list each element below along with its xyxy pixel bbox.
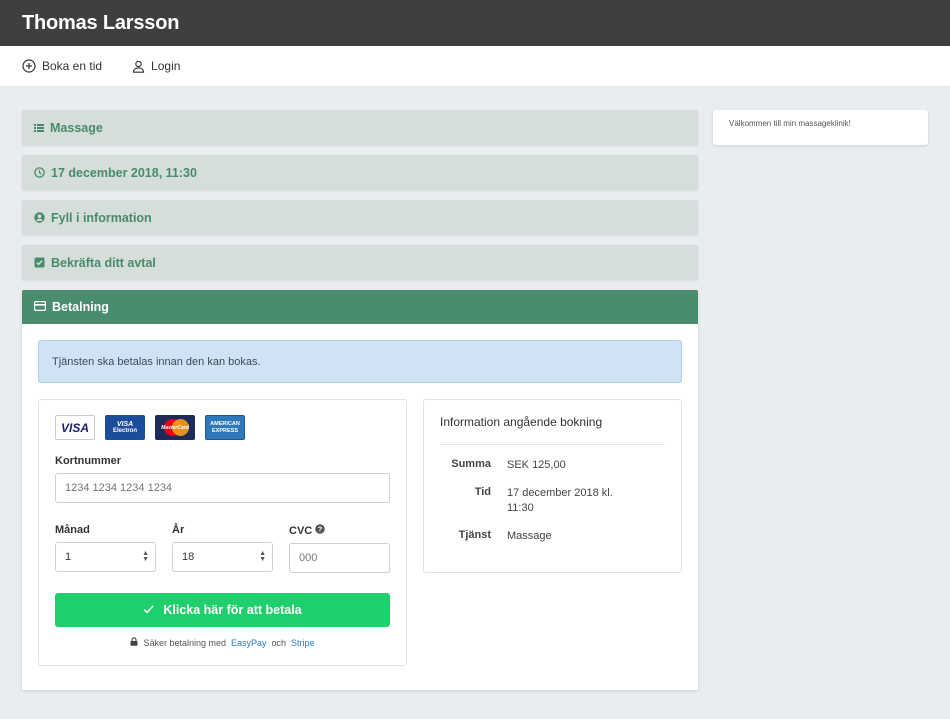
select-arrows-icon: ▲ ▼	[142, 549, 149, 563]
info-row-time: Tid 17 december 2018 kl. 11:30	[440, 486, 665, 516]
nav-bar: Boka en tid Login	[0, 46, 950, 87]
step-confirm[interactable]: Bekräfta ditt avtal	[22, 245, 698, 280]
visa-logo-text: VISA	[60, 420, 89, 435]
card-logos: VISA VISA Electron MasterCard AMERICAN E…	[55, 415, 390, 440]
booking-info-box: Information angående bokning Summa SEK 1…	[423, 399, 682, 573]
visa-logo: VISA	[55, 415, 95, 440]
payment-header-label: Betalning	[52, 300, 109, 314]
pay-button[interactable]: Klicka här för att betala	[55, 593, 390, 627]
welcome-card: Välkommen till min massageklinik!	[713, 110, 928, 145]
info-row-sum: Summa SEK 125,00	[440, 458, 665, 473]
select-arrows-icon: ▲ ▼	[259, 549, 266, 563]
clock-icon	[34, 167, 45, 178]
visa-electron-logo: VISA Electron	[105, 415, 145, 440]
info-sum-value: SEK 125,00	[507, 459, 566, 471]
nav-login-label: Login	[151, 59, 181, 73]
cvc-input[interactable]: 000	[289, 543, 390, 573]
month-label: Månad	[55, 524, 90, 536]
electron-top-text: VISA	[116, 420, 134, 428]
month-select[interactable]: 1 ▲ ▼	[55, 542, 156, 572]
payment-header[interactable]: Betalning	[22, 290, 698, 324]
user-circle-icon	[34, 212, 45, 223]
year-select[interactable]: 18 ▲ ▼	[172, 542, 273, 572]
credit-card-icon	[34, 300, 47, 314]
payment-alert-text: Tjänsten ska betalas innan den kan bokas…	[52, 355, 261, 368]
payment-panel: Betalning Tjänsten ska betalas innan den…	[22, 290, 698, 690]
lock-icon	[130, 637, 138, 648]
step-information[interactable]: Fyll i information	[22, 200, 698, 235]
info-time-value: 17 december 2018 kl. 11:30	[507, 487, 613, 514]
cvc-placeholder: 000	[299, 552, 318, 564]
svg-text:?: ?	[318, 525, 323, 534]
step-datetime-label: 17 december 2018, 11:30	[51, 165, 197, 180]
year-label: År	[172, 524, 185, 536]
secure-prefix: Säker betalning med	[143, 637, 226, 648]
nav-book-appointment[interactable]: Boka en tid	[22, 59, 102, 73]
card-number-input[interactable]: 1234 1234 1234 1234	[55, 473, 390, 503]
nav-login[interactable]: Login	[132, 59, 180, 73]
cvc-label: CVC	[289, 524, 313, 537]
card-number-label: Kortnummer	[55, 455, 122, 467]
card-number-placeholder: 1234 1234 1234 1234	[65, 482, 173, 494]
check-icon	[143, 603, 154, 617]
amex-bottom-text: EXPRESS	[212, 427, 238, 434]
info-sum-label: Summa	[451, 458, 491, 470]
expiry-cvc-row: Månad 1 ▲ ▼ År 18 ▲ ▼ CVC ? 000	[55, 524, 390, 573]
step-information-label: Fyll i information	[51, 210, 152, 225]
secure-and: och	[271, 637, 287, 648]
card-form: VISA VISA Electron MasterCard AMERICAN E…	[38, 399, 407, 666]
main-content: Massage 17 december 2018, 11:30 Fyll i i…	[0, 87, 950, 719]
pay-button-label: Klicka här för att betala	[163, 603, 302, 617]
electron-bottom-text: Electron	[112, 428, 137, 435]
step-service-label: Massage	[50, 120, 103, 135]
cvc-label-wrap: CVC ?	[289, 524, 390, 537]
nav-book-label: Boka en tid	[42, 59, 103, 73]
page-title: Thomas Larsson	[22, 11, 180, 34]
info-service-label: Tjänst	[458, 529, 491, 541]
secure-payment-note: Säker betalning med EasyPay och Stripe	[55, 637, 390, 648]
info-row-service: Tjänst Massage	[440, 529, 665, 544]
year-value: 18	[182, 551, 195, 563]
booking-info-title: Information angående bokning	[440, 400, 665, 445]
payment-alert: Tjänsten ska betalas innan den kan bokas…	[38, 340, 682, 383]
stripe-link[interactable]: Stripe	[291, 638, 315, 648]
easypay-link[interactable]: EasyPay	[231, 638, 267, 648]
info-time-label: Tid	[474, 486, 491, 498]
booking-steps: Massage 17 december 2018, 11:30 Fyll i i…	[22, 110, 698, 690]
list-icon	[34, 123, 44, 133]
info-service-value: Massage	[507, 530, 552, 542]
app-header: Thomas Larsson	[0, 0, 950, 46]
user-icon	[132, 60, 145, 73]
month-value: 1	[65, 551, 72, 563]
welcome-text: Välkommen till min massageklinik!	[729, 119, 851, 128]
step-datetime[interactable]: 17 december 2018, 11:30	[22, 155, 698, 190]
mastercard-logo: MasterCard	[155, 415, 195, 440]
amex-logo: AMERICAN EXPRESS	[205, 415, 245, 440]
mastercard-logo-text: MasterCard	[161, 424, 189, 431]
plus-circle-icon	[22, 59, 36, 73]
step-confirm-label: Bekräfta ditt avtal	[51, 255, 156, 270]
check-square-icon	[34, 257, 45, 268]
question-circle-icon[interactable]: ?	[315, 524, 326, 537]
step-service[interactable]: Massage	[22, 110, 698, 145]
payment-body: Tjänsten ska betalas innan den kan bokas…	[22, 324, 698, 690]
